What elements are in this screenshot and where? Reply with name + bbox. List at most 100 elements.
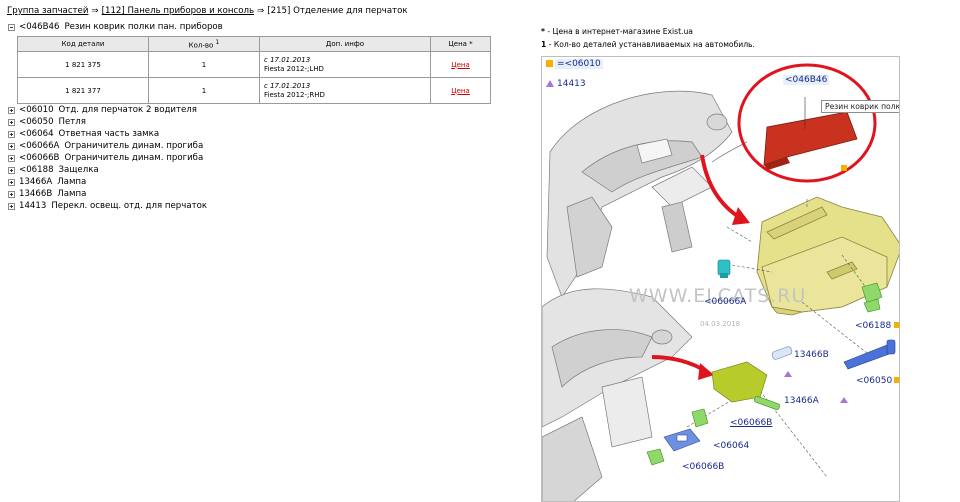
legend-square-label: =<06010 (555, 59, 603, 69)
expand-icon[interactable] (8, 166, 15, 174)
part-price: Цена (430, 51, 491, 78)
clip-06066a-illustration (717, 259, 731, 278)
lamp-13466a-illustration (754, 395, 780, 411)
expand-icon[interactable] (8, 106, 15, 114)
tree-item-name: Лампа (57, 177, 87, 187)
part-code: 1 821 375 (17, 51, 149, 78)
part-info-model: Fiesta 2012-;RHD (264, 90, 325, 99)
part-label-13466b[interactable]: 13466B (794, 350, 829, 360)
part-price: Цена (430, 77, 491, 104)
part-info-date: с 17.01.2013 (264, 55, 311, 64)
lamp-13466b-illustration (771, 346, 793, 360)
footnote-price: * - Цена в интернет-магазине Exist.ua (541, 27, 693, 36)
tree-item-group[interactable]: 13466B Лампа (8, 188, 86, 200)
tree-item-group[interactable]: 13466A Лампа (8, 176, 86, 188)
switch-14413-illustration (711, 361, 768, 403)
breadcrumb-current: [215] Отделение для перчаток (267, 6, 408, 16)
expand-icon[interactable] (8, 202, 15, 210)
breadcrumb: Группа запчастей ⇒ [112] Панель приборов и… (7, 6, 408, 16)
part-info: с 17.01.2013 Fiesta 2012-;LHD (259, 51, 431, 78)
footnote-one-text: - Кол-во деталей устанавливаемых на авто… (548, 40, 755, 49)
expand-icon[interactable] (8, 142, 15, 150)
expand-icon[interactable] (8, 190, 15, 198)
tree-item-group[interactable]: <06064 Ответная часть замка (8, 128, 159, 140)
tree-item-name: Ограничитель динам. прогиба (64, 153, 204, 163)
part-info: с 17.01.2013 Fiesta 2012-;RHD (259, 77, 431, 104)
tree-item-code: 14413 (19, 201, 47, 211)
part-label-highlight[interactable]: <046B46 (783, 75, 830, 85)
tree-item-name: Защелка (58, 165, 99, 175)
tree-item-group[interactable]: <06050 Петля (8, 116, 86, 128)
legend-triangle-label: 14413 (557, 79, 586, 89)
tree-item-group[interactable]: <06066B Ограничитель динам. прогиба (8, 152, 203, 164)
breadcrumb-root-link[interactable]: Группа запчастей (7, 6, 88, 16)
footnote-star-text: - Цена в интернет-магазине Exist.ua (547, 27, 693, 36)
tree-item-name: Лампа (57, 189, 87, 199)
tree-item-group[interactable]: <06010 Отд. для перчаток 2 водителя (8, 104, 197, 116)
tree-item-code: <046B46 (19, 22, 60, 32)
price-link[interactable]: Цена (451, 61, 470, 69)
price-link[interactable]: Цена (451, 87, 470, 95)
diagram-drawing (542, 63, 899, 501)
legend-square: =<06010 (546, 59, 603, 69)
breadcrumb-level1-link[interactable]: [112] Панель приборов и консоль (102, 6, 254, 16)
part-label-06066b-top[interactable]: <06066B (730, 418, 772, 428)
table-row: 1 821 377 1 с 17.01.2013 Fiesta 2012-;RH… (17, 77, 491, 104)
part-label-06066b-bottom[interactable]: <06066B (682, 462, 724, 472)
tree-item-name: Петля (58, 117, 86, 127)
header-info: Доп. инфо (259, 36, 431, 52)
header-qty-label: Кол-во (188, 41, 214, 50)
collapse-icon[interactable] (8, 23, 15, 31)
part-label-06066a[interactable]: <06066A (704, 297, 746, 307)
legend-triangle: 14413 (546, 79, 586, 89)
breadcrumb-separator: ⇒ (91, 6, 99, 16)
part-tooltip: Резин коврик полки пан. приборов (821, 100, 899, 113)
part-qty: 1 (148, 51, 260, 78)
tree-item-group[interactable]: <06066A Ограничитель динам. прогиба (8, 140, 203, 152)
tree-item-code: 13466A (19, 177, 53, 187)
part-label-06050[interactable]: <06050 (856, 376, 892, 386)
tree-item-name: Резин коврик полки пан. приборов (64, 22, 223, 32)
mat-part-illustration (763, 111, 858, 166)
tree-item-code: <06066A (19, 141, 60, 151)
tree-item-name: Ответная часть замка (58, 129, 160, 139)
expand-icon[interactable] (8, 130, 15, 138)
part-code: 1 821 377 (17, 77, 149, 104)
tree-item-code: 13466B (19, 189, 53, 199)
tree-item-name: Ограничитель динам. прогиба (64, 141, 204, 151)
parts-table: Код детали Кол-во 1 Доп. инфо Цена * 1 8… (17, 36, 491, 104)
expand-icon[interactable] (8, 118, 15, 126)
tree-item-code: <06188 (19, 165, 54, 175)
part-qty: 1 (148, 77, 260, 104)
footnote-qty: 1 - Кол-во деталей устанавливаемых на ав… (541, 40, 755, 49)
expand-icon[interactable] (8, 178, 15, 186)
tree-item-code: <06064 (19, 129, 54, 139)
footnote-one-mark: 1 (541, 40, 547, 49)
tree-item-name: Перекл. освещ. отд. для перчаток (51, 201, 208, 211)
breadcrumb-separator: ⇒ (257, 6, 265, 16)
watermark-date: 04.03.2018 (700, 320, 741, 328)
header-qty-note: 1 (215, 38, 220, 46)
part-label-06188[interactable]: <06188 (855, 321, 891, 331)
tree-item-group[interactable]: 14413 Перекл. освещ. отд. для перчаток (8, 200, 207, 212)
pointer-arrow-bottom (651, 355, 709, 374)
part-label-13466a[interactable]: 13466A (784, 396, 819, 406)
header-qty: Кол-во 1 (148, 36, 260, 52)
table-header-row: Код детали Кол-во 1 Доп. инфо Цена * (17, 36, 491, 52)
part-info-model: Fiesta 2012-;LHD (264, 64, 324, 73)
tree-item-code: <06010 (19, 105, 54, 115)
expand-icon[interactable] (8, 154, 15, 162)
part-info-date: с 17.01.2013 (264, 81, 311, 90)
tree-item-current[interactable]: <046B46 Резин коврик полки пан. приборов (8, 21, 223, 33)
latch-06064-illustration (663, 428, 701, 452)
tree-item-group[interactable]: <06188 Защелка (8, 164, 99, 176)
legend-square-icon (546, 60, 553, 67)
part-label-06064[interactable]: <06064 (713, 441, 749, 451)
header-price: Цена * (430, 36, 491, 52)
hinge-06050-illustration (843, 339, 896, 370)
dashboard-bottom-illustration (542, 288, 693, 501)
parts-diagram: =<06010 14413 <046B46 Резин коврик полки… (541, 56, 900, 502)
header-code: Код детали (17, 36, 149, 52)
tree-item-code: <06050 (19, 117, 54, 127)
legend-triangle-icon (546, 80, 554, 87)
